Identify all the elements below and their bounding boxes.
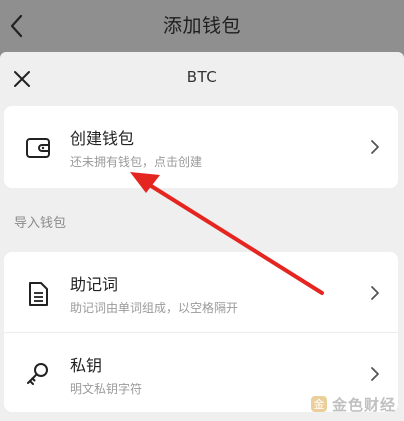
private-key-description: 明文私钥字符 xyxy=(70,382,143,396)
document-icon xyxy=(29,282,48,306)
wallet-sheet: BTC 创建钱包 还未拥有钱包，点击创建 导入钱包 助记词 助记词由单词组成，以… xyxy=(0,52,404,421)
add-wallet-screen: 添加钱包 BTC 创建钱包 还未拥有钱包，点击创建 导入钱包 助记词 助记词由单… xyxy=(0,0,404,421)
chevron-right-icon xyxy=(371,140,379,154)
import-wallet-card: 助记词 助记词由单词组成，以空格隔开 私钥 明文私钥字符 xyxy=(4,252,398,412)
chevron-right-icon xyxy=(371,367,379,381)
mnemonic-description: 助记词由单词组成，以空格隔开 xyxy=(70,301,239,315)
chevron-right-icon xyxy=(371,286,379,300)
svg-text:金: 金 xyxy=(313,397,324,411)
key-icon xyxy=(27,363,48,385)
sheet-header: BTC xyxy=(0,52,404,104)
watermark: 金 金色财经 xyxy=(310,393,396,415)
create-wallet-card: 创建钱包 还未拥有钱包，点击创建 xyxy=(4,106,398,188)
create-wallet-button[interactable]: 创建钱包 还未拥有钱包，点击创建 xyxy=(4,106,398,186)
mnemonic-label: 助记词 xyxy=(70,275,119,294)
watermark-logo-icon: 金 xyxy=(310,396,327,412)
page-title: 添加钱包 xyxy=(162,15,241,37)
import-section-title: 导入钱包 xyxy=(14,216,67,231)
private-key-label: 私钥 xyxy=(70,356,103,375)
watermark-text: 金色财经 xyxy=(331,395,396,414)
coin-name: BTC xyxy=(186,68,218,86)
title-bar: 添加钱包 xyxy=(0,0,404,52)
create-wallet-description: 还未拥有钱包，点击创建 xyxy=(70,155,203,169)
create-wallet-label: 创建钱包 xyxy=(70,129,135,148)
wallet-icon xyxy=(26,138,50,158)
mnemonic-import-button[interactable]: 助记词 助记词由单词组成，以空格隔开 xyxy=(4,252,398,332)
